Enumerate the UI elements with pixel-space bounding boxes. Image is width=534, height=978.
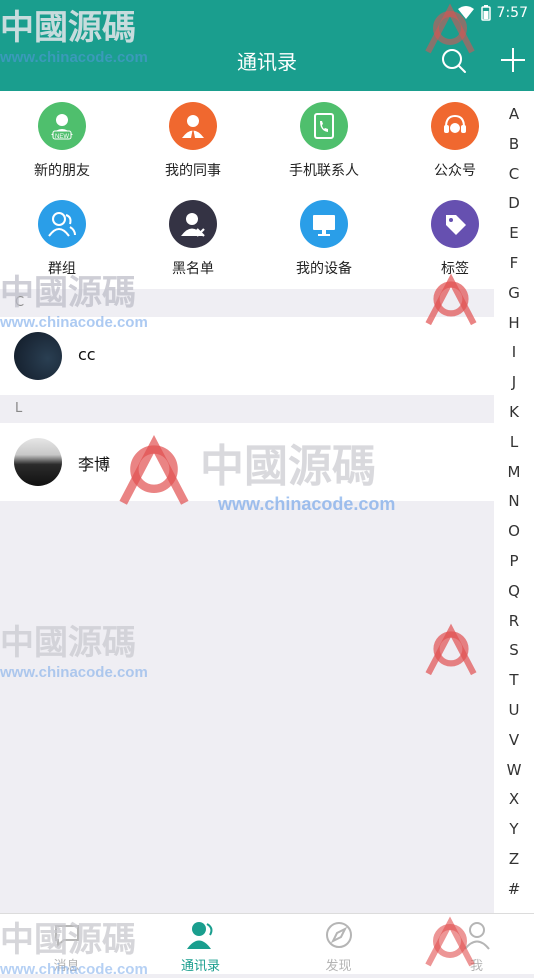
app-header: 通讯录 — [0, 32, 534, 91]
add-icon[interactable] — [498, 45, 528, 75]
index-letter-h[interactable]: H — [494, 314, 534, 332]
status-icons: 7:57 — [457, 5, 528, 21]
index-letter-x[interactable]: X — [494, 790, 534, 808]
index-letter-j[interactable]: J — [494, 373, 534, 391]
index-letter-z[interactable]: Z — [494, 850, 534, 868]
blacklist-icon — [169, 200, 217, 248]
tile-new-friends[interactable]: NEW 新的朋友 — [0, 91, 124, 189]
tab-messages[interactable]: 消息 — [0, 914, 133, 974]
index-letter-r[interactable]: R — [494, 612, 534, 630]
alphabet-index[interactable]: A B C D E F G H I J K L M N O P Q R S T U V W X Y Z # — [494, 91, 534, 913]
index-letter-y[interactable]: Y — [494, 820, 534, 838]
index-letter-d[interactable]: D — [494, 194, 534, 212]
tile-label: 手机联系人 — [289, 163, 359, 179]
monitor-icon — [300, 200, 348, 248]
tab-label: 发现 — [325, 959, 352, 974]
phone-contact-icon — [300, 102, 348, 150]
group-icon — [38, 200, 86, 248]
index-letter-s[interactable]: S — [494, 641, 534, 659]
person-icon — [463, 922, 490, 950]
index-letter-g[interactable]: G — [494, 284, 534, 302]
index-letter-hash[interactable]: # — [494, 880, 534, 898]
index-letter-w[interactable]: W — [494, 761, 534, 779]
contact-row[interactable]: 李博 — [0, 423, 494, 501]
tile-colleagues[interactable]: 我的同事 — [131, 91, 255, 189]
colleague-icon — [169, 102, 217, 150]
index-letter-c[interactable]: C — [494, 165, 534, 183]
index-letter-l[interactable]: L — [494, 433, 534, 451]
tile-groups[interactable]: 群组 — [0, 189, 124, 287]
tile-label: 我的设备 — [296, 261, 352, 277]
status-time: 7:57 — [496, 5, 528, 21]
compass-icon — [325, 922, 352, 948]
bottom-tab-bar: 消息 通讯录 发现 我 — [0, 913, 534, 974]
tile-label: 新的朋友 — [34, 163, 90, 179]
chat-icon — [54, 925, 79, 948]
tab-me[interactable]: 我 — [410, 914, 534, 974]
avatar — [14, 332, 62, 380]
svg-text:NEW: NEW — [55, 134, 69, 140]
index-letter-u[interactable]: U — [494, 701, 534, 719]
tab-discover[interactable]: 发现 — [272, 914, 405, 974]
status-bar: 7:57 — [0, 0, 534, 32]
index-letter-a[interactable]: A — [494, 105, 534, 123]
contact-name: 李博 — [78, 455, 111, 474]
battery-icon — [480, 5, 491, 21]
index-letter-i[interactable]: I — [494, 343, 534, 361]
tag-icon — [431, 200, 479, 248]
index-letter-o[interactable]: O — [494, 522, 534, 540]
section-header-l: L — [0, 395, 494, 423]
tab-contacts[interactable]: 通讯录 — [134, 914, 267, 974]
search-icon[interactable] — [440, 47, 468, 75]
tile-label: 黑名单 — [172, 261, 214, 277]
index-letter-k[interactable]: K — [494, 403, 534, 421]
tile-my-devices[interactable]: 我的设备 — [262, 189, 386, 287]
index-letter-m[interactable]: M — [494, 463, 534, 481]
contacts-icon — [186, 922, 212, 949]
tile-phone-contacts[interactable]: 手机联系人 — [262, 91, 386, 189]
index-letter-v[interactable]: V — [494, 731, 534, 749]
watermark-text: 中國源碼 www.chinacode.com — [0, 623, 148, 681]
tab-label: 通讯录 — [180, 959, 220, 974]
index-letter-b[interactable]: B — [494, 135, 534, 153]
contact-name: cc — [78, 345, 96, 364]
index-letter-n[interactable]: N — [494, 492, 534, 510]
watermark-logo — [425, 623, 477, 676]
tile-label: 我的同事 — [165, 163, 221, 179]
tile-label: 群组 — [48, 261, 76, 277]
tab-label: 消息 — [53, 959, 80, 974]
index-letter-e[interactable]: E — [494, 224, 534, 242]
section-header-c: C — [0, 289, 494, 317]
headset-icon — [431, 102, 479, 150]
index-letter-p[interactable]: P — [494, 552, 534, 570]
index-letter-t[interactable]: T — [494, 671, 534, 689]
tab-label: 我 — [469, 959, 483, 974]
index-letter-f[interactable]: F — [494, 254, 534, 272]
index-letter-q[interactable]: Q — [494, 582, 534, 600]
wifi-icon — [457, 6, 474, 19]
avatar — [14, 438, 62, 486]
contact-row[interactable]: cc — [0, 317, 494, 395]
new-friend-icon: NEW — [38, 102, 86, 150]
tile-blacklist[interactable]: 黑名单 — [131, 189, 255, 287]
feature-grid: NEW 新的朋友 我的同事 手机联系人 公众号 群组 黑名单 我的设备 标签 — [0, 91, 494, 289]
